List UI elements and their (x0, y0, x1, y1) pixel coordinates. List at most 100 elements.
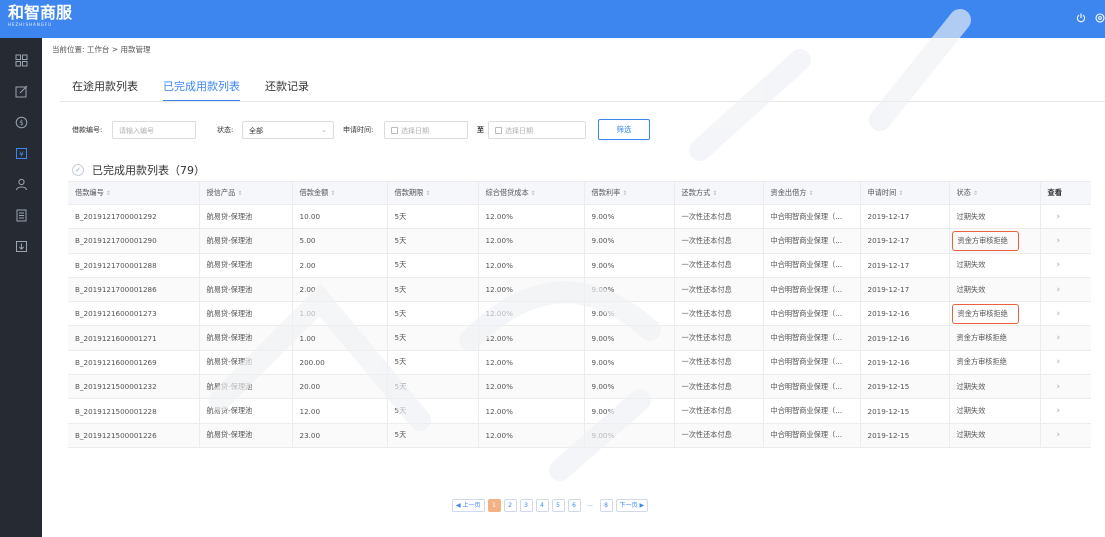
sort-icon: ⇕ (237, 190, 243, 197)
column-header[interactable]: 还款方式 ⇕ (674, 181, 764, 205)
page-button[interactable]: 2 (503, 499, 517, 512)
filter-button[interactable]: 筛选 (598, 119, 650, 140)
prev-page-button[interactable]: ◀ 上一页 (452, 499, 485, 512)
document-icon (15, 207, 28, 226)
cell-date: 2019-12-17 (860, 228, 950, 254)
cell-date: 2019-12-15 (860, 423, 950, 448)
column-header[interactable]: 状态 ⇕ (949, 181, 1041, 205)
cell-cost: 12.00% (478, 301, 585, 327)
power-icon[interactable] (1075, 12, 1087, 27)
cell-lender: 中合明智商业保理（... (763, 423, 861, 448)
status-select[interactable]: 全部 ⌄ (242, 121, 334, 139)
page-button[interactable]: 5 (551, 499, 565, 512)
sidebar-item-credit[interactable]: $ (0, 108, 42, 139)
column-header[interactable]: 借款编号 ⇕ (68, 181, 200, 205)
svg-text:¥: ¥ (19, 150, 24, 158)
tab-in-progress-loans[interactable]: 在途用款列表 (72, 78, 138, 102)
cell-term: 5天 (387, 325, 479, 351)
cell-id: B_2019121700001288 (68, 253, 200, 278)
cell-method: 一次性还本付息 (674, 374, 764, 400)
list-title-text: 已完成用款列表（79） (92, 164, 205, 177)
sort-icon: ⇕ (808, 190, 814, 197)
top-right-icons (1075, 12, 1105, 27)
cell-cost: 12.00% (478, 277, 585, 303)
tab-repayment-records[interactable]: 还款记录 (265, 78, 309, 102)
settings-icon[interactable] (1093, 12, 1105, 27)
loan-no-input[interactable]: 请输入编号 (112, 121, 196, 139)
page-button[interactable]: 8 (599, 499, 613, 512)
sort-icon: ⇕ (530, 190, 536, 197)
cell-date: 2019-12-17 (860, 277, 950, 303)
view-arrow-icon[interactable]: › (1040, 374, 1091, 400)
view-arrow-icon[interactable]: › (1040, 325, 1091, 351)
cell-rate: 9.00% (584, 325, 675, 351)
cell-term: 5天 (387, 277, 479, 303)
cell-cost: 12.00% (478, 350, 585, 376)
cell-amount: 1.00 (292, 301, 388, 327)
view-arrow-icon[interactable]: › (1040, 398, 1091, 424)
coin-icon: $ (15, 114, 28, 133)
cell-term: 5天 (387, 204, 479, 230)
cell-lender: 中合明智商业保理（... (763, 228, 861, 254)
column-header[interactable]: 授信产品 ⇕ (199, 181, 293, 205)
sidebar-item-export[interactable] (0, 232, 42, 263)
column-header[interactable]: 资金出借方 ⇕ (763, 181, 861, 205)
svg-text:$: $ (19, 119, 23, 127)
calendar-icon (391, 127, 398, 134)
next-page-button[interactable]: 下一页 ▶ (615, 499, 649, 512)
cell-amount: 10.00 (292, 204, 388, 230)
cell-status: 过期失效 (949, 423, 1041, 448)
sidebar-item-document[interactable] (0, 201, 42, 232)
status-text: 过期失效 (956, 211, 986, 221)
view-arrow-icon[interactable]: › (1040, 253, 1091, 278)
page-button[interactable]: 6 (567, 499, 581, 512)
collapse-check-icon[interactable]: ✓ (72, 164, 84, 176)
table-row: B_2019121500001228 航易贷-保理池 12.00 5天 12.00% 9.… (68, 398, 1091, 424)
filter-bar: 借款编号: 请输入编号 状态: 全部 ⌄ 申请时间: 选择日期 至 选择日期 筛… (72, 119, 1072, 140)
cell-term: 5天 (387, 423, 479, 448)
end-date-input[interactable]: 选择日期 (488, 121, 586, 139)
sidebar-item-user[interactable] (0, 170, 42, 201)
cell-lender: 中合明智商业保理（... (763, 204, 861, 230)
cell-product: 航易贷-保理池 (199, 374, 293, 400)
page-button[interactable]: 4 (535, 499, 549, 512)
view-arrow-icon[interactable]: › (1040, 301, 1091, 327)
cell-status: 过期失效 (949, 253, 1041, 278)
column-header[interactable]: 借款期限 ⇕ (387, 181, 479, 205)
page-button[interactable]: 1 (487, 499, 501, 512)
cell-lender: 中合明智商业保理（... (763, 253, 861, 278)
cell-amount: 1.00 (292, 325, 388, 351)
sidebar: $ ¥ (0, 38, 42, 537)
cell-method: 一次性还本付息 (674, 253, 764, 278)
column-header[interactable]: 综合借贷成本 ⇕ (478, 181, 585, 205)
view-arrow-icon[interactable]: › (1040, 277, 1091, 303)
page-button[interactable]: 3 (519, 499, 533, 512)
column-header[interactable]: 借款利率 ⇕ (584, 181, 675, 205)
sidebar-item-edit[interactable] (0, 77, 42, 108)
tab-completed-loans[interactable]: 已完成用款列表 (163, 78, 240, 102)
view-arrow-icon[interactable]: › (1040, 204, 1091, 230)
cell-id: B_2019121600001273 (68, 301, 200, 327)
cell-date: 2019-12-16 (860, 325, 950, 351)
view-arrow-icon[interactable]: › (1040, 228, 1091, 254)
cell-product: 航易贷-保理池 (199, 350, 293, 376)
cell-product: 航易贷-保理池 (199, 204, 293, 230)
sidebar-item-dashboard[interactable] (0, 46, 42, 77)
cell-id: B_2019121500001226 (68, 423, 200, 448)
table-row: B_2019121700001288 航易贷-保理池 2.00 5天 12.00% 9.0… (68, 253, 1091, 278)
start-date-input[interactable]: 选择日期 (384, 121, 468, 139)
cell-method: 一次性还本付息 (674, 228, 764, 254)
view-arrow-icon[interactable]: › (1040, 350, 1091, 376)
edit-icon (15, 83, 28, 102)
table-row: B_2019121700001290 航易贷-保理池 5.00 5天 12.00% 9.0… (68, 228, 1091, 254)
app-logo[interactable]: 和智商服 HEZHISHANGFU (8, 4, 72, 28)
column-header[interactable]: 借款金额 ⇕ (292, 181, 388, 205)
cell-date: 2019-12-16 (860, 301, 950, 327)
table-header-row: 借款编号 ⇕ 授信产品 ⇕ 借款金额 ⇕ 借款期限 ⇕ 综合借贷成本 ⇕ 借款利率 ⇕ 还款… (68, 181, 1091, 205)
cell-product: 航易贷-保理池 (199, 325, 293, 351)
sidebar-item-loan[interactable]: ¥ (0, 139, 42, 170)
cell-term: 5天 (387, 301, 479, 327)
column-header[interactable]: 申请时间 ⇕ (860, 181, 950, 205)
cell-id: B_2019121700001290 (68, 228, 200, 254)
view-arrow-icon[interactable]: › (1040, 423, 1091, 448)
